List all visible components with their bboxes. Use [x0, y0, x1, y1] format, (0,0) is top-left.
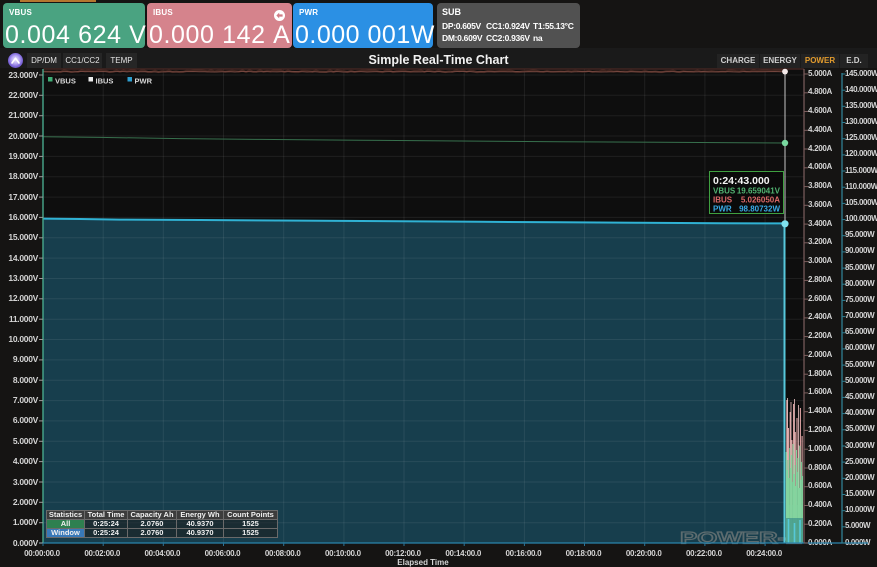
svg-text:PWR: PWR — [135, 77, 153, 86]
svg-text:19.659041V: 19.659041V — [737, 187, 781, 196]
svg-text:PWR: PWR — [713, 205, 732, 214]
svg-text:VBUS: VBUS — [713, 187, 736, 196]
svg-text:5.026050A: 5.026050A — [741, 196, 780, 205]
svg-text:VBUS: VBUS — [55, 77, 76, 86]
svg-text:IBUS: IBUS — [96, 77, 114, 86]
svg-text:IBUS: IBUS — [713, 196, 733, 205]
svg-text:0:24:43.000: 0:24:43.000 — [713, 175, 770, 187]
svg-text:98.80732W: 98.80732W — [739, 205, 780, 214]
